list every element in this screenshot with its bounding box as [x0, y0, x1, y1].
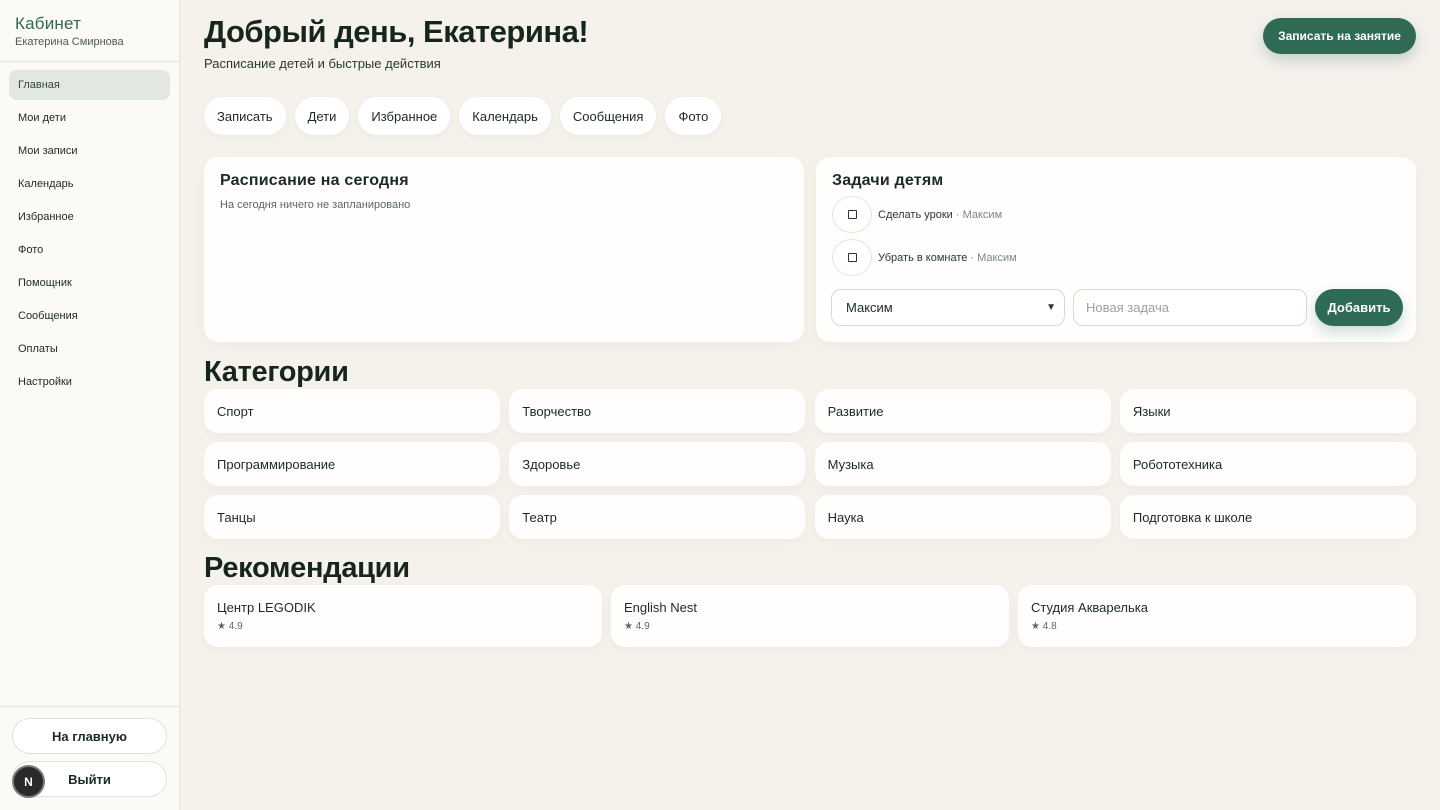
- recommendation-rating: ★ 4.8: [1031, 621, 1057, 632]
- quick-actions: Записать Дети Избранное Календарь Сообще…: [204, 97, 722, 135]
- task-checkbox[interactable]: [832, 239, 872, 276]
- sidebar-item-messages[interactable]: Сообщения: [9, 301, 170, 331]
- checkbox-icon: [847, 253, 857, 262]
- tasks-card: Задачи детям Сделать уроки · Максим Убра…: [816, 157, 1416, 342]
- category-item[interactable]: Спорт: [204, 389, 500, 433]
- sidebar-item-assistant[interactable]: Помощник: [9, 268, 170, 298]
- sidebar-item-my-bookings[interactable]: Мои записи: [9, 136, 170, 166]
- recommendation-rating: ★ 4.9: [624, 621, 650, 632]
- child-select[interactable]: Максим ▼: [831, 289, 1065, 326]
- category-item[interactable]: Здоровье: [509, 442, 806, 486]
- tasks-title: Задачи детям: [832, 172, 944, 189]
- category-item[interactable]: Программирование: [204, 442, 500, 486]
- task-label: Сделать уроки: [878, 208, 953, 221]
- schedule-title: Расписание на сегодня: [220, 172, 409, 189]
- category-item[interactable]: Музыка: [814, 442, 1111, 486]
- task-item: Убрать в комнате · Максим: [832, 239, 1400, 276]
- sidebar: Кабинет Екатерина Смирнова Главная Мои д…: [0, 0, 180, 810]
- sidebar-item-home[interactable]: Главная: [9, 70, 170, 100]
- category-item[interactable]: Танцы: [204, 495, 500, 539]
- recommendation-card[interactable]: Студия Акварелька ★ 4.8: [1018, 585, 1416, 647]
- sidebar-item-favorites[interactable]: Избранное: [9, 202, 170, 232]
- recommendations-list: Центр LEGODIK ★ 4.9 English Nest ★ 4.9 С…: [204, 585, 1416, 647]
- schedule-card: Расписание на сегодня На сегодня ничего …: [204, 157, 804, 342]
- user-name: Екатерина Смирнова: [15, 36, 124, 48]
- schedule-empty-text: На сегодня ничего не запланировано: [220, 199, 411, 211]
- quick-favorites-button[interactable]: Избранное: [358, 97, 451, 135]
- quick-photos-button[interactable]: Фото: [665, 97, 722, 135]
- recommendation-name: Центр LEGODIK: [217, 600, 316, 615]
- page-title: Добрый день, Екатерина!: [204, 14, 589, 49]
- add-task-button[interactable]: Добавить: [1315, 289, 1403, 326]
- home-page-button[interactable]: На главную: [12, 718, 167, 754]
- categories-grid: Спорт Творчество Развитие Языки Программ…: [204, 389, 1416, 539]
- sidebar-item-calendar[interactable]: Календарь: [9, 169, 170, 199]
- category-item[interactable]: Подготовка к школе: [1119, 495, 1416, 539]
- chevron-down-icon: ▼: [1046, 302, 1056, 313]
- quick-calendar-button[interactable]: Календарь: [459, 97, 551, 135]
- sidebar-header: Кабинет Екатерина Смирнова: [0, 0, 179, 62]
- recommendation-name: Студия Акварелька: [1031, 600, 1148, 615]
- child-select-value: Максим: [846, 300, 893, 315]
- category-item[interactable]: Театр: [509, 495, 806, 539]
- task-child: · Максим: [952, 208, 1003, 221]
- category-item[interactable]: Творчество: [509, 389, 806, 433]
- category-item[interactable]: Робототехника: [1119, 442, 1416, 486]
- checkbox-icon: [847, 210, 857, 219]
- task-text: Сделать уроки · Максим: [878, 209, 1002, 221]
- sidebar-item-payments[interactable]: Оплаты: [9, 334, 170, 364]
- sidebar-item-photos[interactable]: Фото: [9, 235, 170, 265]
- task-label: Убрать в комнате: [878, 251, 968, 264]
- add-task-row: Максим ▼ Добавить: [831, 289, 1403, 326]
- recommendation-card[interactable]: Центр LEGODIK ★ 4.9: [204, 585, 602, 647]
- task-text: Убрать в комнате · Максим: [878, 252, 1017, 264]
- task-item: Сделать уроки · Максим: [832, 196, 1400, 233]
- n-badge-icon[interactable]: N: [14, 767, 43, 796]
- book-class-button[interactable]: Записать на занятие: [1263, 18, 1416, 54]
- recommendations-title: Рекомендации: [204, 552, 410, 584]
- new-task-input[interactable]: [1073, 289, 1307, 326]
- task-checkbox[interactable]: [832, 196, 872, 233]
- page-subtitle: Расписание детей и быстрые действия: [204, 56, 441, 71]
- sidebar-nav: Главная Мои дети Мои записи Календарь Из…: [0, 62, 179, 408]
- recommendation-rating: ★ 4.9: [217, 621, 243, 632]
- category-item[interactable]: Языки: [1119, 389, 1416, 433]
- quick-children-button[interactable]: Дети: [294, 97, 350, 135]
- recommendation-card[interactable]: English Nest ★ 4.9: [611, 585, 1009, 647]
- category-item[interactable]: Наука: [814, 495, 1111, 539]
- categories-title: Категории: [204, 356, 349, 388]
- recommendation-name: English Nest: [624, 600, 697, 615]
- task-child: · Максим: [967, 251, 1017, 264]
- sidebar-item-my-children[interactable]: Мои дети: [9, 103, 170, 133]
- quick-messages-button[interactable]: Сообщения: [559, 97, 657, 135]
- category-item[interactable]: Развитие: [814, 389, 1111, 433]
- quick-book-button[interactable]: Записать: [204, 97, 286, 135]
- sidebar-item-settings[interactable]: Настройки: [9, 367, 170, 397]
- sidebar-title: Кабинет: [15, 14, 82, 33]
